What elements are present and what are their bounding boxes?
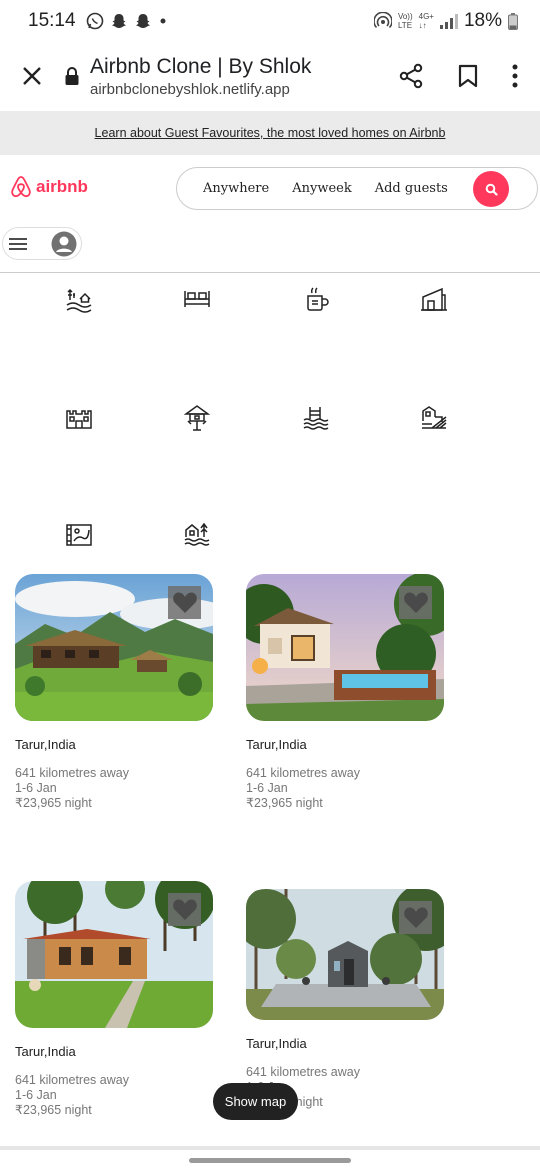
mug-icon: [307, 287, 329, 311]
status-bar: 15:14 Vo)) LTE 4G+ ↓↑ 18%: [0, 0, 540, 42]
favorite-button[interactable]: [168, 893, 201, 926]
listing-distance: 641 kilometres away: [246, 1065, 360, 1079]
search-icon: [485, 183, 498, 196]
listing-distance: 641 kilometres away: [15, 1073, 129, 1087]
browser-toolbar: Airbnb Clone | By Shlok airbnbclonebyshl…: [0, 42, 540, 110]
category-item[interactable]: [64, 402, 94, 432]
page-url: airbnbclonebyshlok.netlify.app: [90, 80, 290, 98]
hotspot-icon: [373, 12, 392, 29]
listing-dates: 1-6 Jan: [15, 1088, 57, 1102]
listing-price: ₹23,965 night: [15, 796, 92, 810]
airbnb-logo[interactable]: airbnb: [10, 175, 88, 199]
listing-card[interactable]: Tarur,India 641 kilometres away 1-6 Jan …: [15, 574, 213, 811]
category-bar: [0, 274, 540, 564]
home-indicator[interactable]: [189, 1158, 351, 1163]
listing-distance: 641 kilometres away: [15, 766, 129, 780]
battery-percent: 18%: [463, 10, 502, 31]
listing-photo[interactable]: [246, 574, 444, 721]
bookmark-icon[interactable]: [458, 64, 478, 88]
hamburger-menu-icon: [9, 237, 27, 250]
heart-icon: [172, 592, 197, 613]
guest-favourites-banner: Learn about Guest Favourites, the most l…: [0, 111, 540, 155]
guest-favourites-link[interactable]: Learn about Guest Favourites, the most l…: [95, 126, 446, 140]
battery-icon: [508, 12, 518, 30]
favorite-button[interactable]: [399, 901, 432, 934]
category-item[interactable]: [301, 284, 331, 314]
waterfront-house-icon: [184, 522, 210, 546]
whatsapp-icon: [86, 12, 103, 30]
listing-distance: 641 kilometres away: [246, 766, 360, 780]
page-title: Airbnb Clone | By Shlok: [90, 54, 312, 78]
close-icon: [23, 67, 41, 85]
listing-location: Tarur,India: [15, 737, 76, 752]
browser-actions: [398, 63, 540, 89]
category-item[interactable]: [301, 402, 331, 432]
show-map-button[interactable]: Show map: [213, 1083, 298, 1120]
listing-card[interactable]: Tarur,India 641 kilometres away 1-6 Jan …: [246, 574, 444, 811]
bottom-divider: [0, 1146, 540, 1150]
share-icon[interactable]: [398, 63, 424, 89]
search-button[interactable]: [473, 171, 509, 207]
favorite-button[interactable]: [399, 586, 432, 619]
status-right: Vo)) LTE 4G+ ↓↑ 18%: [373, 10, 518, 32]
category-item[interactable]: [64, 520, 94, 550]
network-type-indicator: 4G+ ↓↑: [418, 12, 434, 30]
listing-card[interactable]: Tarur,India 641 kilometres away 1-6 Jan …: [15, 881, 213, 1118]
status-time: 15:14: [28, 10, 76, 31]
more-options-icon[interactable]: [512, 64, 518, 88]
castle-icon: [66, 410, 92, 429]
category-item[interactable]: [182, 402, 212, 432]
search-add-guests[interactable]: Add guests: [375, 181, 448, 196]
category-item[interactable]: [419, 284, 449, 314]
status-left: 15:14: [28, 10, 168, 32]
listing-dates: 1-6 Jan: [246, 781, 288, 795]
listing-location: Tarur,India: [246, 1036, 307, 1051]
search-anyweek[interactable]: Anyweek: [292, 181, 352, 196]
category-item[interactable]: [182, 284, 212, 314]
house-icon: [421, 287, 447, 311]
notification-dot-icon: [160, 18, 166, 24]
listing-location: Tarur,India: [246, 737, 307, 752]
listing-price: ₹23,965 night: [15, 1103, 92, 1117]
favorite-button[interactable]: [168, 586, 201, 619]
heart-icon: [172, 899, 197, 920]
address-bar[interactable]: Airbnb Clone | By Shlok airbnbclonebyshl…: [64, 55, 398, 98]
listing-photo[interactable]: [246, 889, 444, 1020]
listing-card[interactable]: Tarur,India 641 kilometres away 1-6 Jan …: [246, 889, 444, 1110]
user-menu-button[interactable]: [2, 227, 82, 260]
beach-landscape-icon: [66, 288, 92, 313]
snapchat-icon: [111, 14, 126, 28]
category-item[interactable]: [64, 284, 94, 314]
listing-dates: 1-6 Jan: [15, 781, 57, 795]
search-bar[interactable]: Anywhere Anyweek Add guests: [176, 167, 538, 210]
lock-icon: [65, 67, 79, 85]
volte-indicator: Vo)) LTE: [397, 12, 413, 30]
pool-icon: [303, 407, 329, 430]
listing-price: ₹23,965 night: [246, 796, 323, 810]
map-icon: [66, 524, 92, 546]
listing-photo[interactable]: [15, 574, 213, 721]
heart-icon: [403, 592, 428, 613]
bed-icon: [184, 291, 210, 307]
airbnb-belo-icon: [11, 176, 31, 198]
close-tab-button[interactable]: [0, 66, 64, 86]
signal-icon: [439, 13, 458, 29]
search-anywhere[interactable]: Anywhere: [203, 181, 269, 196]
category-item[interactable]: [419, 402, 449, 432]
listing-location: Tarur,India: [15, 1044, 76, 1059]
snapchat-icon: [135, 14, 150, 28]
listing-photo[interactable]: [15, 881, 213, 1028]
lakeside-house-icon: [422, 406, 447, 429]
avatar-icon: [51, 231, 77, 256]
page-info: Airbnb Clone | By Shlok airbnbclonebyshl…: [90, 55, 311, 98]
site-header: airbnb Anywhere Anyweek Add guests: [0, 155, 540, 273]
category-item[interactable]: [182, 520, 212, 550]
logo-text: airbnb: [36, 177, 88, 196]
heart-icon: [403, 907, 428, 928]
treehouse-icon: [183, 405, 211, 431]
